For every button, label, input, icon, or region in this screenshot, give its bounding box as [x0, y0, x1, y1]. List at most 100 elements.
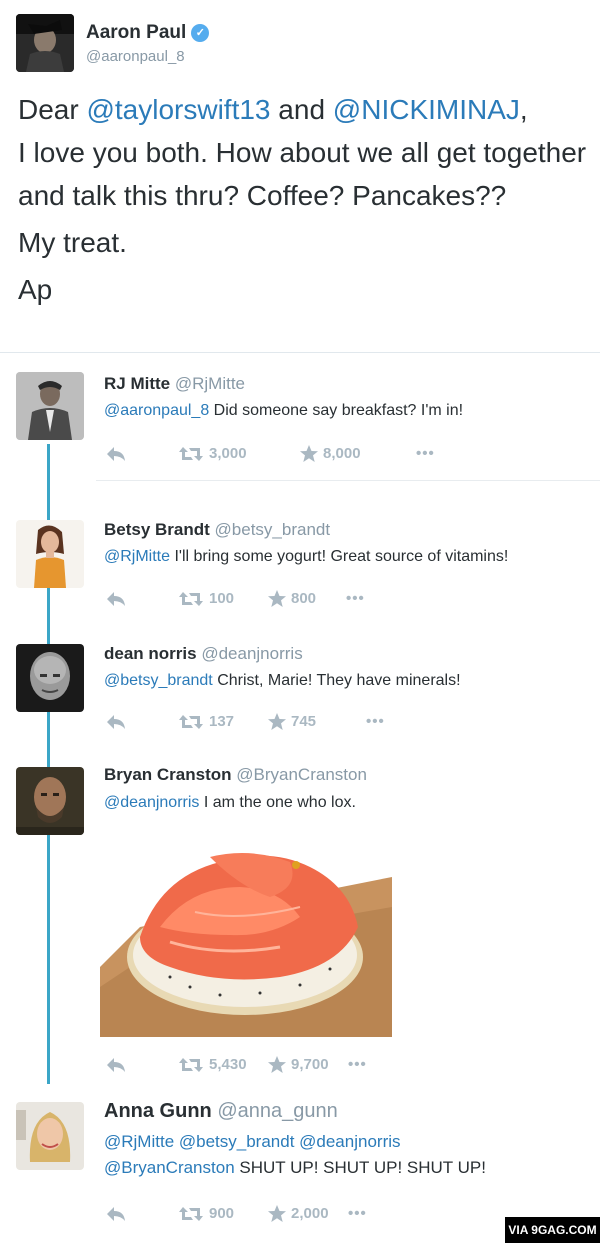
avatar[interactable] [16, 14, 74, 72]
reply-button[interactable] [106, 1053, 131, 1077]
verified-icon: ✓ [191, 24, 210, 42]
avatar[interactable] [16, 1102, 84, 1170]
reply-body: Christ, Marie! They have minerals! [212, 672, 461, 689]
divider [0, 352, 600, 353]
author-name[interactable]: RJ Mitte [104, 374, 170, 393]
reply-button[interactable] [106, 442, 131, 466]
reply-button[interactable] [106, 587, 131, 611]
reply-icon [107, 715, 125, 729]
favorite-count: 8,000 [323, 445, 361, 462]
author-handle[interactable]: @RjMitte [175, 374, 245, 393]
retweet-button[interactable]: 137 [178, 710, 234, 734]
author-name[interactable]: Aaron Paul ✓ [86, 22, 210, 44]
author-handle[interactable]: @deanjnorris [201, 644, 302, 663]
author-handle[interactable]: @betsy_brandt [215, 520, 331, 539]
more-icon[interactable]: ••• [416, 442, 435, 466]
reply-icon [107, 592, 125, 606]
author-name[interactable]: dean norris [104, 644, 197, 663]
mention-link[interactable]: @taylorswift13 [86, 94, 270, 125]
reply-body: I'll bring some yogurt! Great source of … [170, 548, 509, 565]
reply-text: @betsy_brandt Christ, Marie! They have m… [104, 668, 461, 694]
avatar[interactable] [16, 767, 84, 835]
reply-header: Bryan Cranston @BryanCranston [104, 765, 367, 785]
retweet-icon [179, 1058, 203, 1072]
reply-tweet: RJ Mitte @RjMitte @aaronpaul_8 Did someo… [0, 360, 600, 480]
star-icon [268, 1205, 286, 1222]
author-name[interactable]: Anna Gunn [104, 1100, 212, 1122]
star-icon [268, 590, 286, 607]
more-icon[interactable]: ••• [348, 1053, 367, 1077]
author-handle[interactable]: @aaronpaul_8 [86, 48, 185, 65]
reply-icon [107, 1207, 125, 1221]
favorite-count: 745 [291, 713, 317, 730]
mention-link[interactable]: @aaronpaul_8 [104, 402, 209, 419]
reply-header: Betsy Brandt @betsy_brandt [104, 520, 330, 540]
author-name[interactable]: Bryan Cranston [104, 765, 232, 784]
author-handle[interactable]: @anna_gunn [217, 1100, 337, 1122]
author-name-text: Aaron Paul [86, 22, 187, 43]
favorite-button[interactable]: 8,000 [300, 442, 361, 466]
favorite-button[interactable]: 9,700 [268, 1053, 329, 1077]
tweet-text-segment: Dear [18, 94, 87, 125]
reply-header: Anna Gunn @anna_gunn [104, 1100, 338, 1123]
retweet-count: 900 [209, 1205, 235, 1222]
reply-text: @deanjnorris I am the one who lox. [104, 790, 356, 816]
retweet-button[interactable]: 100 [178, 587, 234, 611]
favorite-count: 2,000 [291, 1205, 329, 1222]
reply-tweet: dean norris @deanjnorris @betsy_brandt C… [0, 630, 600, 750]
favorite-button[interactable]: 745 [268, 710, 316, 734]
reply-text: @RjMitte I'll bring some yogurt! Great s… [104, 544, 508, 570]
favorite-button[interactable]: 2,000 [268, 1202, 329, 1226]
reply-body: I am the one who lox. [199, 794, 356, 811]
tweet-text: Dear @taylorswift13 and @NICKIMINAJ, I l… [18, 88, 593, 311]
star-icon [268, 1056, 286, 1073]
watermark: VIA 9GAG.COM [505, 1217, 600, 1243]
mention-link[interactable]: @RjMitte @betsy_brandt @deanjnorris [104, 1132, 401, 1151]
favorite-count: 9,700 [291, 1056, 329, 1073]
retweet-button[interactable]: 3,000 [178, 442, 247, 466]
favorite-count: 800 [291, 590, 317, 607]
reply-button[interactable] [106, 1202, 131, 1226]
retweet-button[interactable]: 900 [178, 1202, 234, 1226]
avatar[interactable] [16, 644, 84, 712]
retweet-icon [179, 447, 203, 461]
reply-tweet: Bryan Cranston @BryanCranston @deanjnorr… [0, 755, 600, 1085]
retweet-count: 137 [209, 713, 235, 730]
tweet-photo[interactable] [100, 817, 392, 1037]
reply-header: RJ Mitte @RjMitte [104, 374, 245, 394]
tweet-text-segment: and [270, 94, 333, 125]
retweet-icon [179, 715, 203, 729]
retweet-icon [179, 592, 203, 606]
reply-body: Did someone say breakfast? I'm in! [209, 402, 464, 419]
reply-body: SHUT UP! SHUT UP! SHUT UP! [234, 1158, 486, 1177]
retweet-count: 100 [209, 590, 235, 607]
reply-text: @aaronpaul_8 Did someone say breakfast? … [104, 398, 463, 424]
avatar[interactable] [16, 372, 84, 440]
mention-link[interactable]: @deanjnorris [104, 794, 199, 811]
author-name[interactable]: Betsy Brandt [104, 520, 210, 539]
mention-link[interactable]: @RjMitte [104, 548, 170, 565]
more-icon[interactable]: ••• [366, 710, 385, 734]
tweet-text-line: My treat. [18, 227, 127, 258]
reply-header: dean norris @deanjnorris [104, 644, 303, 664]
divider [96, 480, 600, 481]
author-handle[interactable]: @BryanCranston [236, 765, 367, 784]
retweet-button[interactable]: 5,430 [178, 1053, 247, 1077]
mention-link[interactable]: @BryanCranston [104, 1158, 235, 1177]
reply-button[interactable] [106, 710, 131, 734]
tweet-text-segment: , [519, 94, 528, 125]
mention-link[interactable]: @NICKIMINAJ [333, 94, 520, 125]
main-tweet: Aaron Paul ✓ @aaronpaul_8 Dear @taylorswi… [0, 0, 600, 352]
reply-tweet: Betsy Brandt @betsy_brandt @RjMitte I'll… [0, 500, 600, 620]
retweet-icon [179, 1207, 203, 1221]
favorite-button[interactable]: 800 [268, 587, 316, 611]
star-icon [300, 445, 318, 462]
retweet-count: 5,430 [209, 1056, 247, 1073]
avatar[interactable] [16, 520, 84, 588]
tweet-text-line: I love you both. How about we all get to… [18, 137, 587, 211]
more-icon[interactable]: ••• [346, 587, 365, 611]
more-icon[interactable]: ••• [348, 1202, 367, 1226]
mention-link[interactable]: @betsy_brandt [104, 672, 213, 689]
tweet-text-line: Ap [18, 274, 53, 305]
star-icon [268, 713, 286, 730]
